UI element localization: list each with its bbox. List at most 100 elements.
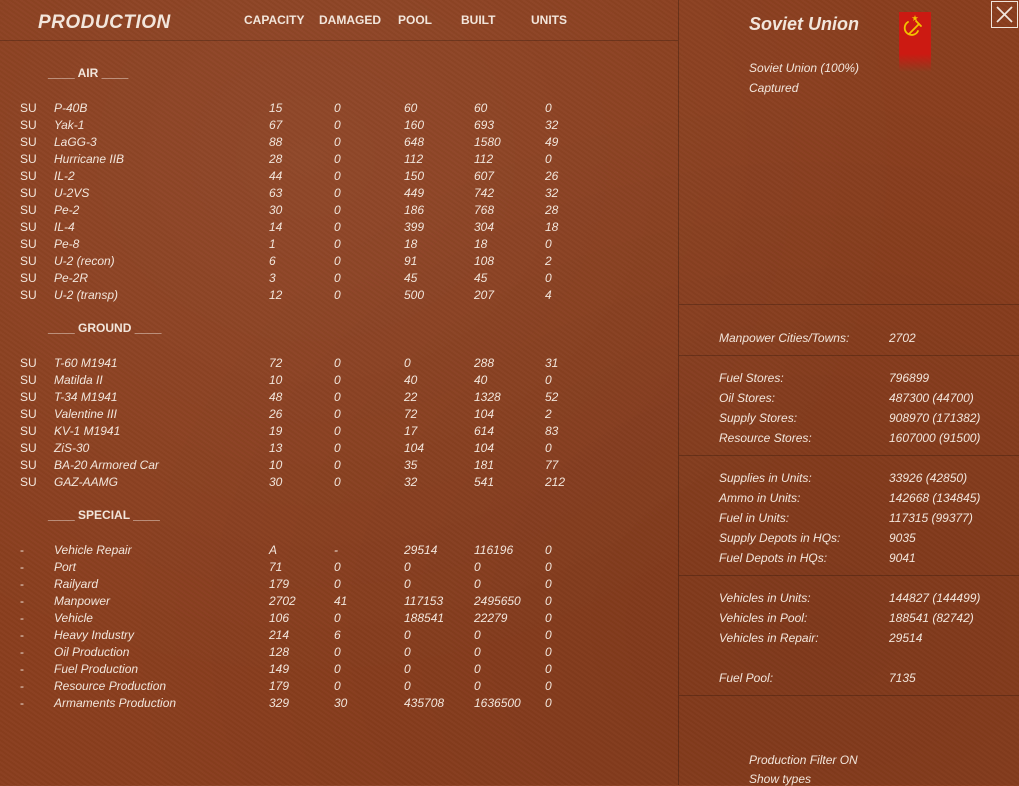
table-row[interactable]: SU U-2 (recon) 6 0 91 108 2 [0,254,678,271]
cell-capacity: 67 [269,118,283,132]
nation-panel: Soviet Union Soviet Union (100%) Capture… [678,0,1019,786]
cell-name: Yak-1 [54,118,85,132]
table-row[interactable]: - Heavy Industry 214 6 0 0 0 [0,628,678,645]
cell-pool: 35 [404,458,418,472]
cell-nation: - [20,696,24,710]
table-row[interactable]: - Oil Production 128 0 0 0 0 [0,645,678,662]
cell-damaged: 0 [334,186,341,200]
cell-pool: 435708 [404,696,445,710]
cell-name: BA-20 Armored Car [54,458,159,472]
cell-units: 0 [545,594,552,608]
table-row[interactable]: SU Pe-2R 3 0 45 45 0 [0,271,678,288]
cell-damaged: 0 [334,237,341,251]
cell-units: 0 [545,577,552,591]
nation-control: Soviet Union (100%) [749,61,860,75]
cell-capacity: 128 [269,645,290,659]
cell-built: 1580 [474,135,501,149]
cell-damaged: 0 [334,560,341,574]
stat-row: Manpower Cities/Towns: 2702 [719,331,1009,351]
table-row[interactable]: SU T-60 M1941 72 0 0 288 31 [0,356,678,373]
table-row[interactable]: SU GAZ-AAMG 30 0 32 541 212 [0,475,678,492]
cell-damaged: 30 [334,696,348,710]
cell-name: Armaments Production [54,696,177,710]
table-row[interactable]: SU Hurricane IIB 28 0 112 112 0 [0,152,678,169]
column-header-units[interactable]: UNITS [531,13,567,27]
table-row[interactable]: SU P-40B 15 0 60 60 0 [0,101,678,118]
column-header-capacity[interactable]: CAPACITY [244,13,304,27]
cell-pool: 104 [404,441,425,455]
table-row[interactable]: SU IL-4 14 0 399 304 18 [0,220,678,237]
cell-pool: 72 [404,407,418,421]
cell-damaged: 0 [334,118,341,132]
stat-label: Vehicles in Units: [719,591,811,605]
table-row[interactable]: SU U-2VS 63 0 449 742 32 [0,186,678,203]
table-row[interactable]: SU LaGG-3 88 0 648 1580 49 [0,135,678,152]
cell-pool: 117153 [404,594,444,608]
stat-row: Fuel Stores: 796899 [719,371,1009,391]
cell-name: Heavy Industry [54,628,135,642]
show-types-toggle[interactable]: Show types [749,772,811,786]
cell-units: 0 [545,101,552,115]
table-row[interactable]: SU BA-20 Armored Car 10 0 35 181 77 [0,458,678,475]
column-header-built[interactable]: BUILT [461,13,495,27]
cell-damaged: 0 [334,662,341,676]
cell-name: T-60 M1941 [54,356,118,370]
close-button[interactable] [991,1,1018,28]
cell-pool: 500 [404,288,425,302]
cell-damaged: 0 [334,390,341,404]
table-row[interactable]: SU Pe-2 30 0 186 768 28 [0,203,678,220]
cell-damaged: 0 [334,458,341,472]
cell-damaged: 0 [334,679,341,693]
cell-capacity: 88 [269,135,283,149]
cell-capacity: 10 [269,458,283,472]
cell-built: 40 [474,373,488,387]
table-row[interactable]: SU IL-2 44 0 150 607 26 [0,169,678,186]
table-row[interactable]: SU ZiS-30 13 0 104 104 0 [0,441,678,458]
cell-nation: - [20,594,24,608]
cell-damaged: 0 [334,135,341,149]
table-row[interactable]: - Vehicle 106 0 188541 22279 0 [0,611,678,628]
table-row[interactable]: - Armaments Production 329 30 435708 1636500 0 [0,696,678,713]
page-title: PRODUCTION [38,12,171,33]
stat-value: 33926 (42850) [889,471,968,485]
table-row[interactable]: SU Matilda II 10 0 40 40 0 [0,373,678,390]
section-label: ____ SPECIAL ____ [48,508,160,522]
cell-units: 0 [545,662,552,676]
cell-units: 0 [545,373,552,387]
stat-value: 142668 (134845) [889,491,981,505]
table-row[interactable]: - Railyard 179 0 0 0 0 [0,577,678,594]
table-row[interactable]: SU Pe-8 1 0 18 18 0 [0,237,678,254]
table-row[interactable]: SU KV-1 M1941 19 0 17 614 83 [0,424,678,441]
cell-capacity: 28 [269,152,283,166]
cell-capacity: 179 [269,577,290,591]
table-row[interactable]: SU T-34 M1941 48 0 22 1328 52 [0,390,678,407]
column-header-pool[interactable]: POOL [398,13,432,27]
table-row[interactable]: SU Valentine III 26 0 72 104 2 [0,407,678,424]
table-row[interactable]: SU Yak-1 67 0 160 693 32 [0,118,678,135]
stat-label: Manpower Cities/Towns: [719,331,850,345]
cell-built: 0 [474,577,481,591]
table-row[interactable]: - Manpower 2702 41 117153 2495650 0 [0,594,678,611]
cell-damaged: 0 [334,475,341,489]
close-icon [996,6,1013,23]
production-filter-toggle[interactable]: Production Filter ON [749,753,858,767]
cell-built: 304 [474,220,495,234]
table-row[interactable]: - Vehicle Repair A - 29514 116196 0 [0,543,678,560]
cell-capacity: 63 [269,186,283,200]
cell-built: 0 [474,679,481,693]
cell-name: P-40B [54,101,88,115]
cell-capacity: 30 [269,475,283,489]
table-row[interactable]: - Fuel Production 149 0 0 0 0 [0,662,678,679]
cell-built: 108 [474,254,495,268]
stat-value: 908970 (171382) [889,411,981,425]
table-row[interactable]: - Resource Production 179 0 0 0 0 [0,679,678,696]
section-label: ____ AIR ____ [48,66,129,80]
divider [679,695,1019,696]
cell-built: 541 [474,475,495,489]
column-header-damaged[interactable]: DAMAGED [319,13,381,27]
cell-units: 0 [545,152,552,166]
soviet-flag-icon [899,12,931,72]
table-row[interactable]: - Port 71 0 0 0 0 [0,560,678,577]
table-row[interactable]: SU U-2 (transp) 12 0 500 207 4 [0,288,678,305]
cell-pool: 0 [404,628,411,642]
